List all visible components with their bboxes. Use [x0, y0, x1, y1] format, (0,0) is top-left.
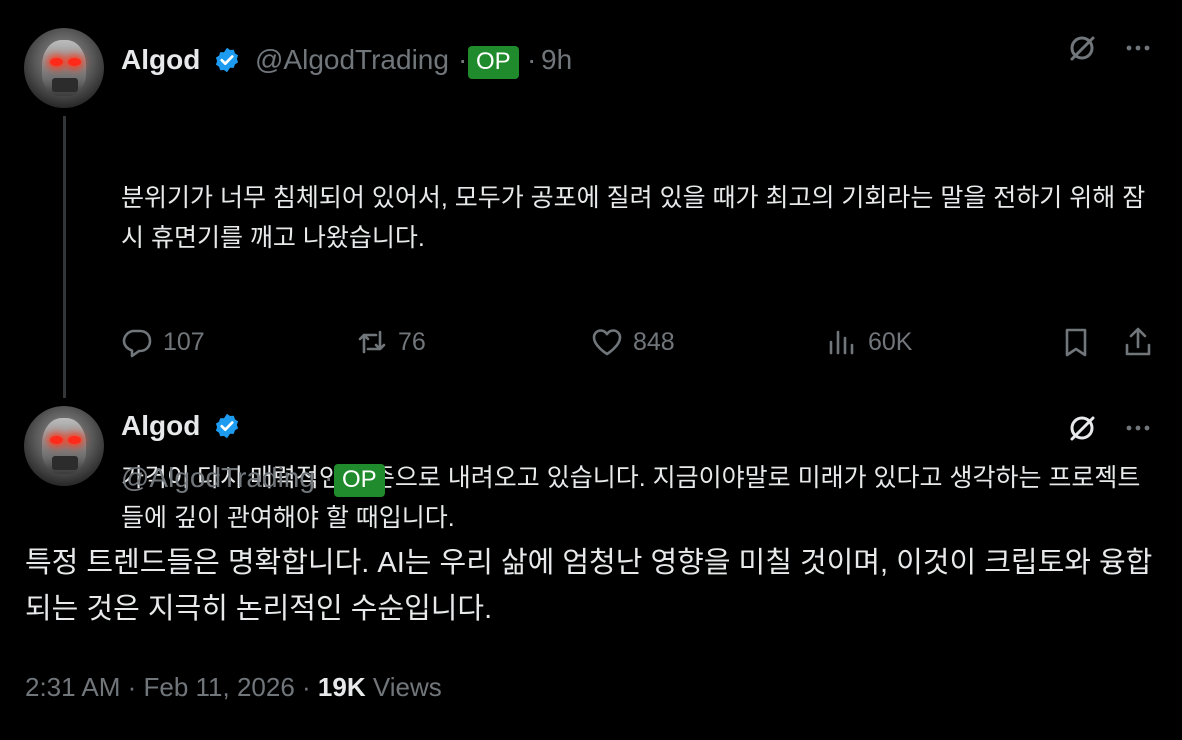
verified-icon: [215, 413, 239, 439]
op-badge: OP: [334, 464, 385, 497]
main-author-name[interactable]: Algod: [121, 410, 200, 442]
avatar-eye-right: [68, 436, 81, 444]
time-separator: ·: [527, 44, 537, 75]
grok-icon: [1070, 416, 1095, 441]
reply-button[interactable]: 107: [121, 326, 205, 358]
op-badge: OP: [468, 46, 519, 79]
views-icon: [829, 330, 854, 355]
handle-separator: ·: [324, 462, 334, 493]
like-button[interactable]: 848: [591, 326, 675, 358]
avatar-eye-left: [50, 58, 63, 66]
reply-icon: [122, 329, 152, 358]
repost-count: 76: [398, 327, 426, 356]
grok-icon: [1070, 36, 1095, 61]
like-count: 848: [633, 327, 675, 356]
reply-count: 107: [163, 327, 205, 356]
reply-author-name[interactable]: Algod: [121, 44, 200, 76]
more-button[interactable]: [1120, 30, 1156, 66]
repost-icon: [358, 330, 386, 354]
post-views-label: Views: [365, 672, 442, 702]
share-icon: [1125, 327, 1151, 356]
reply-avatar[interactable]: [24, 28, 104, 108]
post-meta: 2:31 AM · Feb 11, 2026 · 19K Views: [25, 672, 442, 703]
thread-line: [63, 116, 66, 398]
main-avatar[interactable]: [24, 406, 104, 486]
views-button[interactable]: 60K: [826, 326, 912, 358]
views-count: 60K: [868, 327, 913, 356]
bookmark-icon: [1065, 328, 1087, 357]
grok-button[interactable]: [1064, 410, 1100, 446]
avatar-eye-right: [68, 58, 81, 66]
like-icon: [592, 329, 622, 356]
handle-separator: ·: [458, 44, 468, 75]
avatar-jaw: [52, 78, 78, 92]
verified-icon: [215, 47, 239, 73]
more-icon: [1126, 425, 1150, 431]
avatar-eye-left: [50, 436, 63, 444]
main-handle[interactable]: @AlgodTrading: [121, 462, 315, 494]
grok-button[interactable]: [1064, 30, 1100, 66]
more-button[interactable]: [1120, 410, 1156, 446]
reply-handle[interactable]: @AlgodTrading: [255, 44, 449, 76]
more-icon: [1126, 45, 1150, 51]
reply-time[interactable]: 9h: [541, 44, 572, 76]
bookmark-button[interactable]: [1058, 324, 1094, 360]
post-timestamp[interactable]: 2:31 AM · Feb 11, 2026 ·: [25, 672, 318, 702]
post-views-count: 19K: [317, 672, 366, 702]
reply-paragraph-1: 분위기가 너무 침체되어 있어서, 모두가 공포에 질려 있을 때가 최고의 기…: [121, 184, 1146, 252]
main-post-text: 특정 트렌드들은 명확합니다. AI는 우리 삶에 엄청난 영향을 미칠 것이며…: [25, 547, 1153, 625]
share-button[interactable]: [1120, 324, 1156, 360]
repost-button[interactable]: 76: [356, 326, 426, 358]
avatar-jaw: [52, 456, 78, 470]
